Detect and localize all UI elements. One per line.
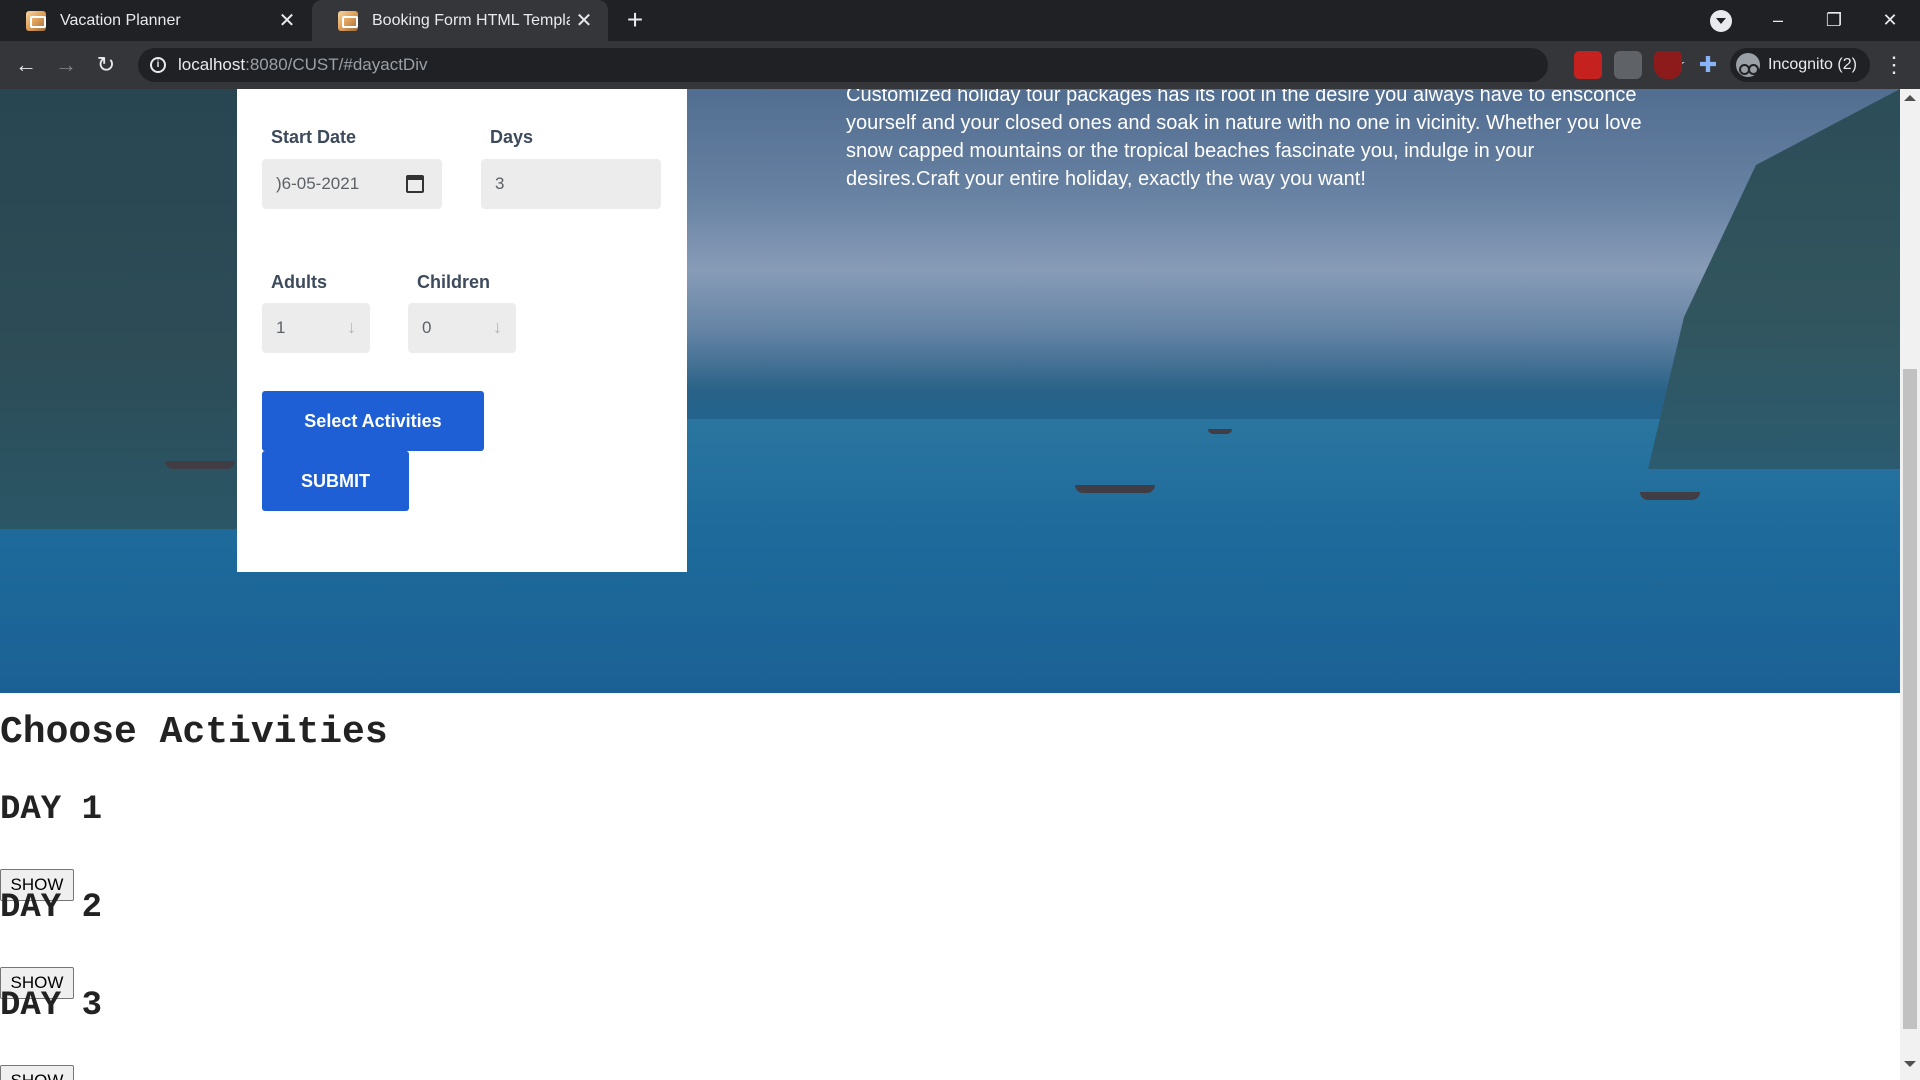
days-value: 3 <box>495 174 505 193</box>
url-host: localhost <box>178 55 246 74</box>
hero-description: Customized holiday tour packages has its… <box>846 89 1642 190</box>
show-day-3-button[interactable]: SHOW <box>0 1065 74 1080</box>
tab-title: Booking Form HTML Template <box>372 11 570 29</box>
day-title: DAY 3 <box>0 987 103 1025</box>
start-date-value: )6-05-2021 <box>276 174 360 193</box>
children-select[interactable]: 0 ↓ <box>408 303 516 353</box>
close-tab-icon[interactable]: ✕ <box>273 8 301 33</box>
select-activities-button[interactable]: Select Activities <box>262 391 484 451</box>
tab-vacation-planner[interactable]: Vacation Planner ✕ <box>0 0 311 41</box>
back-arrow-icon[interactable]: ← <box>10 49 42 81</box>
extensions-puzzle-icon[interactable]: ✚ <box>1694 51 1722 79</box>
arrow-down-icon: ↓ <box>347 317 356 337</box>
camera-extension-icon[interactable] <box>1614 51 1642 79</box>
activities-heading: Choose Activities <box>0 711 388 754</box>
reload-icon[interactable]: ↻ <box>90 49 122 81</box>
browser-tab-bar: Vacation Planner ✕ Booking Form HTML Tem… <box>0 0 1920 41</box>
scroll-up-icon[interactable] <box>1904 95 1916 101</box>
forward-arrow-icon[interactable]: → <box>50 49 82 81</box>
arrow-down-icon: ↓ <box>493 317 502 337</box>
adults-label: Adults <box>271 272 327 292</box>
site-favicon-icon <box>26 10 46 31</box>
info-icon[interactable]: i <box>150 57 166 73</box>
tab-title: Vacation Planner <box>60 11 181 29</box>
site-favicon-icon <box>338 10 358 31</box>
calendar-icon[interactable] <box>406 175 424 193</box>
booking-form-card: Start Date )6-05-2021 Days 3 Adults 1 ↓ … <box>237 89 687 572</box>
adults-select[interactable]: 1 ↓ <box>262 303 370 353</box>
tab-booking-form[interactable]: Booking Form HTML Template ✕ <box>312 0 608 41</box>
close-tab-icon[interactable]: ✕ <box>570 8 598 33</box>
restore-button[interactable]: ❐ <box>1806 0 1862 41</box>
address-bar[interactable]: i localhost :8080/CUST/#dayactDiv ☆ <box>138 48 1686 82</box>
browser-menu-icon[interactable]: ⋮ <box>1880 49 1908 81</box>
days-input[interactable]: 3 <box>481 159 661 209</box>
days-label: Days <box>490 127 534 147</box>
scrollbar-thumb[interactable] <box>1903 369 1917 1029</box>
new-tab-button[interactable]: + <box>620 6 650 36</box>
adblock-extension-icon[interactable] <box>1574 51 1602 79</box>
adults-value: 1 <box>276 318 286 337</box>
day-title: DAY 1 <box>0 791 103 829</box>
hero-banner: Customized holiday tour packages has its… <box>0 89 1900 693</box>
incognito-label: Incognito (2) <box>1768 56 1857 73</box>
ublock-extension-icon[interactable] <box>1654 51 1682 79</box>
minimize-button[interactable]: – <box>1750 0 1806 41</box>
scroll-down-icon[interactable] <box>1904 1061 1916 1067</box>
start-date-label: Start Date <box>271 127 357 147</box>
start-date-input[interactable]: )6-05-2021 <box>262 159 442 209</box>
submit-button[interactable]: SUBMIT <box>262 451 409 511</box>
page-viewport: Customized holiday tour packages has its… <box>0 89 1900 1080</box>
browser-toolbar: ← → ↻ i localhost :8080/CUST/#dayactDiv … <box>0 41 1920 89</box>
incognito-profile-button[interactable]: Incognito (2) <box>1730 48 1870 82</box>
incognito-icon <box>1736 53 1760 77</box>
day-title: DAY 2 <box>0 889 103 927</box>
children-value: 0 <box>422 318 432 337</box>
url-path: :8080/CUST/#dayactDiv <box>245 55 428 74</box>
children-label: Children <box>417 272 491 292</box>
tab-search-icon[interactable] <box>1710 10 1732 32</box>
close-window-button[interactable]: ✕ <box>1862 0 1918 41</box>
page-scrollbar[interactable] <box>1900 89 1920 1080</box>
